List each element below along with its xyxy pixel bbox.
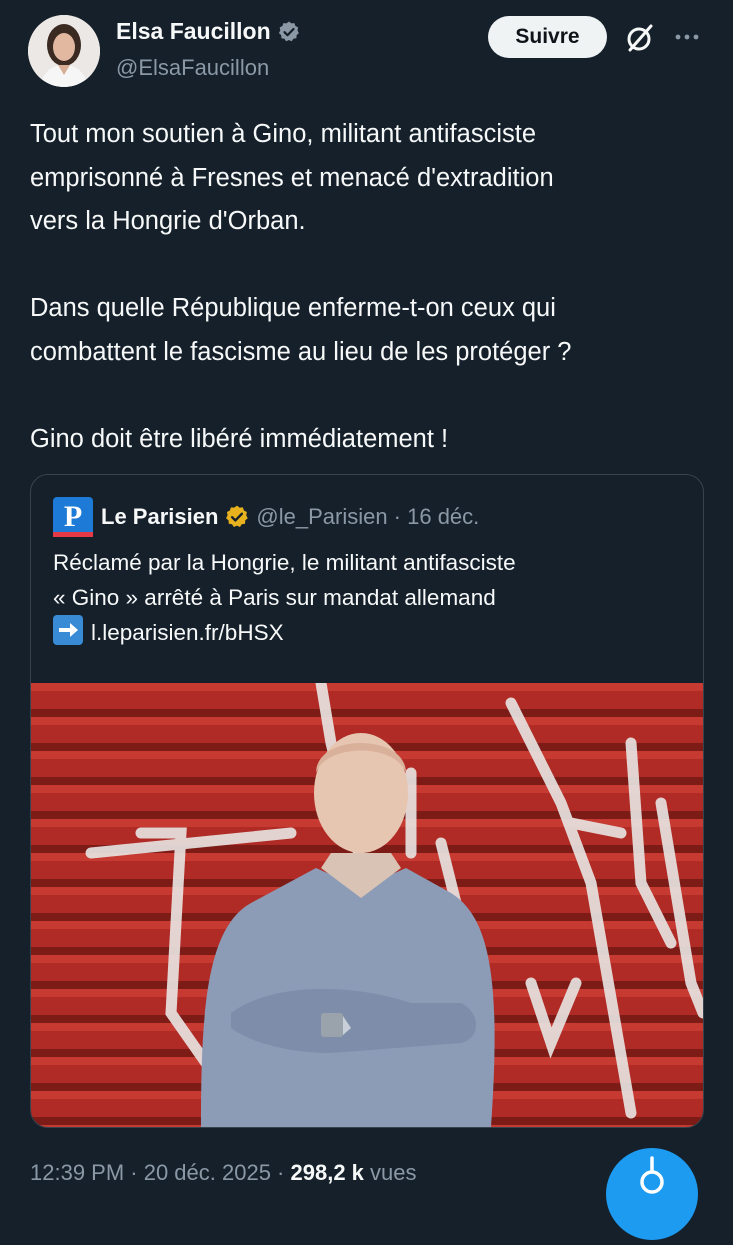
tweet-text: Tout mon soutien à Gino, militant antifa…	[30, 113, 710, 461]
tweet-paragraph: Tout mon soutien à Gino, militant antifa…	[30, 120, 554, 235]
more-icon[interactable]	[672, 25, 702, 49]
quoted-tweet-card[interactable]: P Le Parisien @le_Parisien · 16 déc. Réc…	[30, 474, 704, 1128]
gold-verified-badge-icon	[226, 505, 249, 527]
author-handle[interactable]: @ElsaFaucillon	[116, 55, 269, 81]
quoted-line: Réclamé par la Hongrie, le militant anti…	[53, 550, 516, 575]
follow-button[interactable]: Suivre	[488, 16, 607, 58]
compose-icon	[640, 1156, 664, 1194]
article-photo[interactable]	[31, 683, 703, 1127]
views-count: 298,2 k	[290, 1160, 364, 1185]
verified-badge-icon	[278, 21, 299, 41]
quoted-author-name[interactable]: Le Parisien	[101, 504, 218, 530]
views-label: vues	[363, 1160, 417, 1185]
le-parisien-logo[interactable]: P	[53, 497, 93, 537]
author-avatar[interactable]	[28, 15, 100, 87]
tweet-header: Elsa Faucillon @ElsaFaucillon Suivre	[0, 0, 733, 100]
quoted-link[interactable]: l.leparisien.fr/bHSX	[91, 620, 284, 645]
quoted-line: « Gino » arrêté à Paris sur mandat allem…	[53, 585, 496, 610]
quoted-link-line: l.leparisien.fr/bHSX	[53, 615, 683, 650]
author-name-row: Elsa Faucillon	[116, 18, 301, 45]
quoted-handle-date[interactable]: @le_Parisien · 16 déc.	[256, 504, 479, 530]
quoted-tweet-text: Réclamé par la Hongrie, le militant anti…	[53, 545, 683, 650]
tweet-timestamp[interactable]: 12:39 PM · 20 déc. 2025 ·	[30, 1160, 291, 1185]
tweet-metadata: 12:39 PM · 20 déc. 2025 · 298,2 k vues	[30, 1160, 417, 1186]
tweet-paragraph: Gino doit être libéré immédiatement !	[30, 424, 449, 453]
quoted-tweet-header: P Le Parisien @le_Parisien · 16 déc.	[53, 495, 479, 539]
grok-icon[interactable]	[624, 22, 656, 54]
tweet-paragraph: Dans quelle République enferme-t-on ceux…	[30, 294, 572, 366]
author-display-name[interactable]: Elsa Faucillon	[116, 18, 271, 45]
right-arrow-icon	[53, 615, 83, 645]
compose-fab-button[interactable]	[606, 1148, 698, 1240]
logo-letter: P	[63, 500, 83, 533]
